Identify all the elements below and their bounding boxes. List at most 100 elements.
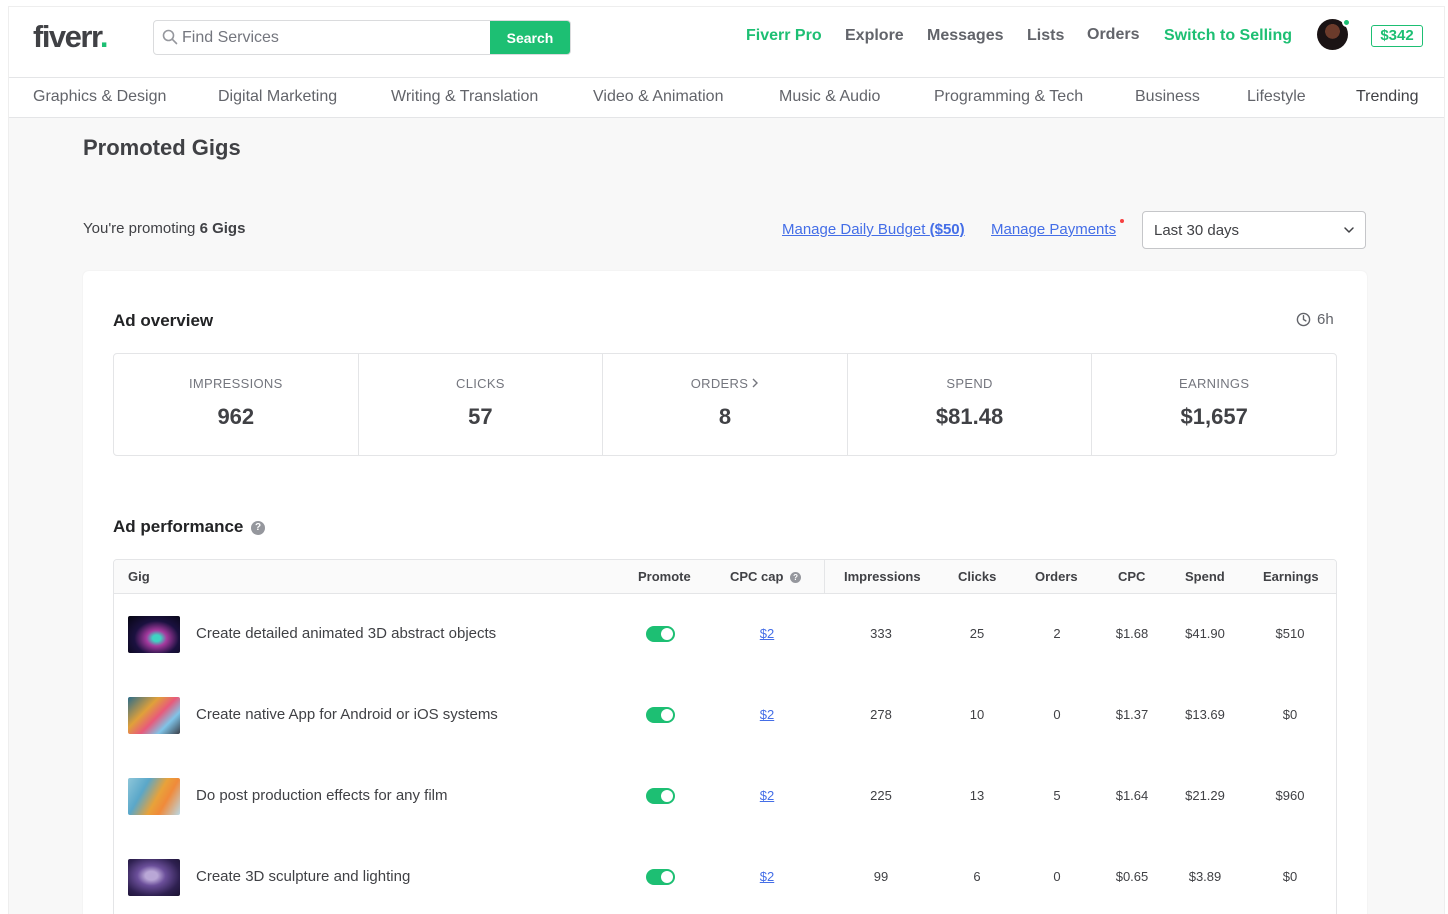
- category-programming-tech[interactable]: Programming & Tech: [934, 88, 1083, 106]
- promote-toggle[interactable]: [646, 869, 675, 885]
- balance-badge[interactable]: $342: [1371, 25, 1423, 47]
- stat-value: 962: [217, 404, 255, 429]
- table-row[interactable]: Create detailed animated 3D abstract obj…: [114, 594, 1336, 676]
- cell-impressions: 225: [870, 788, 892, 803]
- category-menu: Graphics & Design Digital Marketing Writ…: [9, 78, 1444, 118]
- table-header: Gig Promote CPC cap ? Impressions Clicks…: [114, 560, 1336, 594]
- cell-spend: $13.69: [1185, 707, 1225, 722]
- cell-impressions: 99: [873, 869, 889, 884]
- stat-orders[interactable]: ORDERS 8: [603, 354, 848, 455]
- nav-fiverr-pro[interactable]: Fiverr Pro: [746, 27, 822, 45]
- stat-impressions: IMPRESSIONS 962: [114, 354, 359, 455]
- stat-spend: SPEND $81.48: [848, 354, 1093, 455]
- cpc-cap-link[interactable]: $2: [737, 626, 797, 641]
- gig-title[interactable]: Create detailed animated 3D abstract obj…: [196, 625, 496, 642]
- category-video-animation[interactable]: Video & Animation: [593, 88, 723, 106]
- cpc-cap-link[interactable]: $2: [737, 788, 797, 803]
- col-clicks: Clicks: [958, 569, 997, 584]
- category-business[interactable]: Business: [1135, 88, 1200, 106]
- table-row[interactable]: Create 3D sculpture and lighting $2 99 6…: [114, 837, 1336, 914]
- nav-switch-to-selling[interactable]: Switch to Selling: [1164, 27, 1292, 45]
- column-divider: [824, 560, 825, 594]
- stat-label-orders: ORDERS: [603, 376, 847, 391]
- cpc-cap-link[interactable]: $2: [737, 869, 797, 884]
- manage-budget-label: Manage Daily Budget: [782, 221, 926, 238]
- promoting-count: 6 Gigs: [199, 220, 246, 237]
- gig-thumbnail[interactable]: [128, 697, 180, 734]
- table-row[interactable]: Create native App for Android or iOS sys…: [114, 675, 1336, 757]
- promoting-prefix: You're promoting: [83, 220, 196, 237]
- help-icon[interactable]: ?: [790, 572, 802, 583]
- refresh-time: 6h: [1317, 311, 1334, 328]
- cell-earnings: $0: [1282, 707, 1298, 722]
- logo-dot: .: [99, 19, 109, 54]
- gig-title[interactable]: Do post production effects for any film: [196, 787, 448, 804]
- help-icon[interactable]: ?: [251, 521, 265, 535]
- stat-label: CLICKS: [456, 376, 505, 391]
- performance-table: Gig Promote CPC cap ? Impressions Clicks…: [113, 559, 1337, 914]
- avatar[interactable]: [1317, 18, 1351, 50]
- category-writing-translation[interactable]: Writing & Translation: [391, 88, 538, 106]
- cell-earnings: $510: [1275, 626, 1305, 641]
- nav-explore[interactable]: Explore: [845, 27, 904, 45]
- cell-clicks: 25: [969, 626, 985, 641]
- stat-value: 57: [468, 404, 493, 429]
- cell-spend: $21.29: [1185, 788, 1225, 803]
- category-lifestyle[interactable]: Lifestyle: [1247, 88, 1306, 106]
- col-cpc: CPC: [1118, 569, 1146, 584]
- page-title: Promoted Gigs: [83, 135, 241, 160]
- cell-earnings: $960: [1275, 788, 1305, 803]
- gig-thumbnail[interactable]: [128, 616, 180, 653]
- stat-label: ORDERS: [690, 376, 749, 391]
- promote-toggle[interactable]: [646, 626, 675, 642]
- cell-cpc: $1.37: [1115, 707, 1149, 722]
- stat-earnings: EARNINGS $1,657: [1092, 354, 1336, 455]
- gig-title[interactable]: Create native App for Android or iOS sys…: [196, 706, 498, 723]
- logo-text: fiverr: [33, 19, 101, 54]
- cell-spend: $3.89: [1188, 869, 1222, 884]
- chevron-right-icon: [752, 378, 759, 388]
- manage-daily-budget-link[interactable]: Manage Daily Budget ($50): [782, 221, 965, 238]
- category-graphics-design[interactable]: Graphics & Design: [33, 88, 166, 106]
- promote-toggle[interactable]: [646, 788, 675, 804]
- date-range-select[interactable]: Last 30 days: [1142, 211, 1366, 249]
- stat-clicks: CLICKS 57: [359, 354, 604, 455]
- search-input[interactable]: [182, 21, 487, 54]
- cell-cpc: $1.64: [1115, 788, 1149, 803]
- search-icon: [162, 29, 178, 45]
- cell-clicks: 10: [969, 707, 985, 722]
- cell-earnings: $0: [1282, 869, 1298, 884]
- page-frame: fiverr. Search Fiverr Pro Explore Messag…: [8, 6, 1445, 914]
- cell-spend: $41.90: [1185, 626, 1225, 641]
- date-range-value: Last 30 days: [1154, 222, 1240, 239]
- cell-cpc: $1.68: [1115, 626, 1149, 641]
- top-header: fiverr. Search Fiverr Pro Explore Messag…: [9, 7, 1444, 78]
- gig-thumbnail[interactable]: [128, 778, 180, 815]
- col-impressions: Impressions: [844, 569, 921, 584]
- stat-label: IMPRESSIONS: [188, 376, 283, 391]
- manage-payments-link[interactable]: Manage Payments: [991, 221, 1116, 238]
- col-orders: Orders: [1035, 569, 1078, 584]
- col-cpc-cap: CPC cap ?: [730, 569, 802, 584]
- col-gig: Gig: [128, 569, 150, 584]
- cpc-cap-link[interactable]: $2: [737, 707, 797, 722]
- nav-messages[interactable]: Messages: [927, 27, 1004, 45]
- nav-orders[interactable]: Orders: [1087, 26, 1139, 44]
- gig-thumbnail[interactable]: [128, 859, 180, 896]
- category-music-audio[interactable]: Music & Audio: [779, 88, 880, 106]
- stat-value: $81.48: [935, 404, 1004, 429]
- category-digital-marketing[interactable]: Digital Marketing: [218, 88, 337, 106]
- cell-clicks: 13: [969, 788, 985, 803]
- table-row[interactable]: Do post production effects for any film …: [114, 756, 1336, 838]
- cell-orders: 2: [1053, 626, 1061, 641]
- gig-title[interactable]: Create 3D sculpture and lighting: [196, 868, 410, 885]
- stat-value: $1,657: [1180, 404, 1248, 429]
- nav-lists[interactable]: Lists: [1027, 27, 1064, 45]
- stat-value: 8: [718, 404, 732, 429]
- cell-cpc: $0.65: [1115, 869, 1149, 884]
- fiverr-logo[interactable]: fiverr.: [33, 19, 109, 55]
- search-button[interactable]: Search: [490, 21, 570, 54]
- category-trending[interactable]: Trending: [1356, 88, 1419, 106]
- promote-toggle[interactable]: [646, 707, 675, 723]
- promoting-summary: You're promoting 6 Gigs: [83, 220, 245, 237]
